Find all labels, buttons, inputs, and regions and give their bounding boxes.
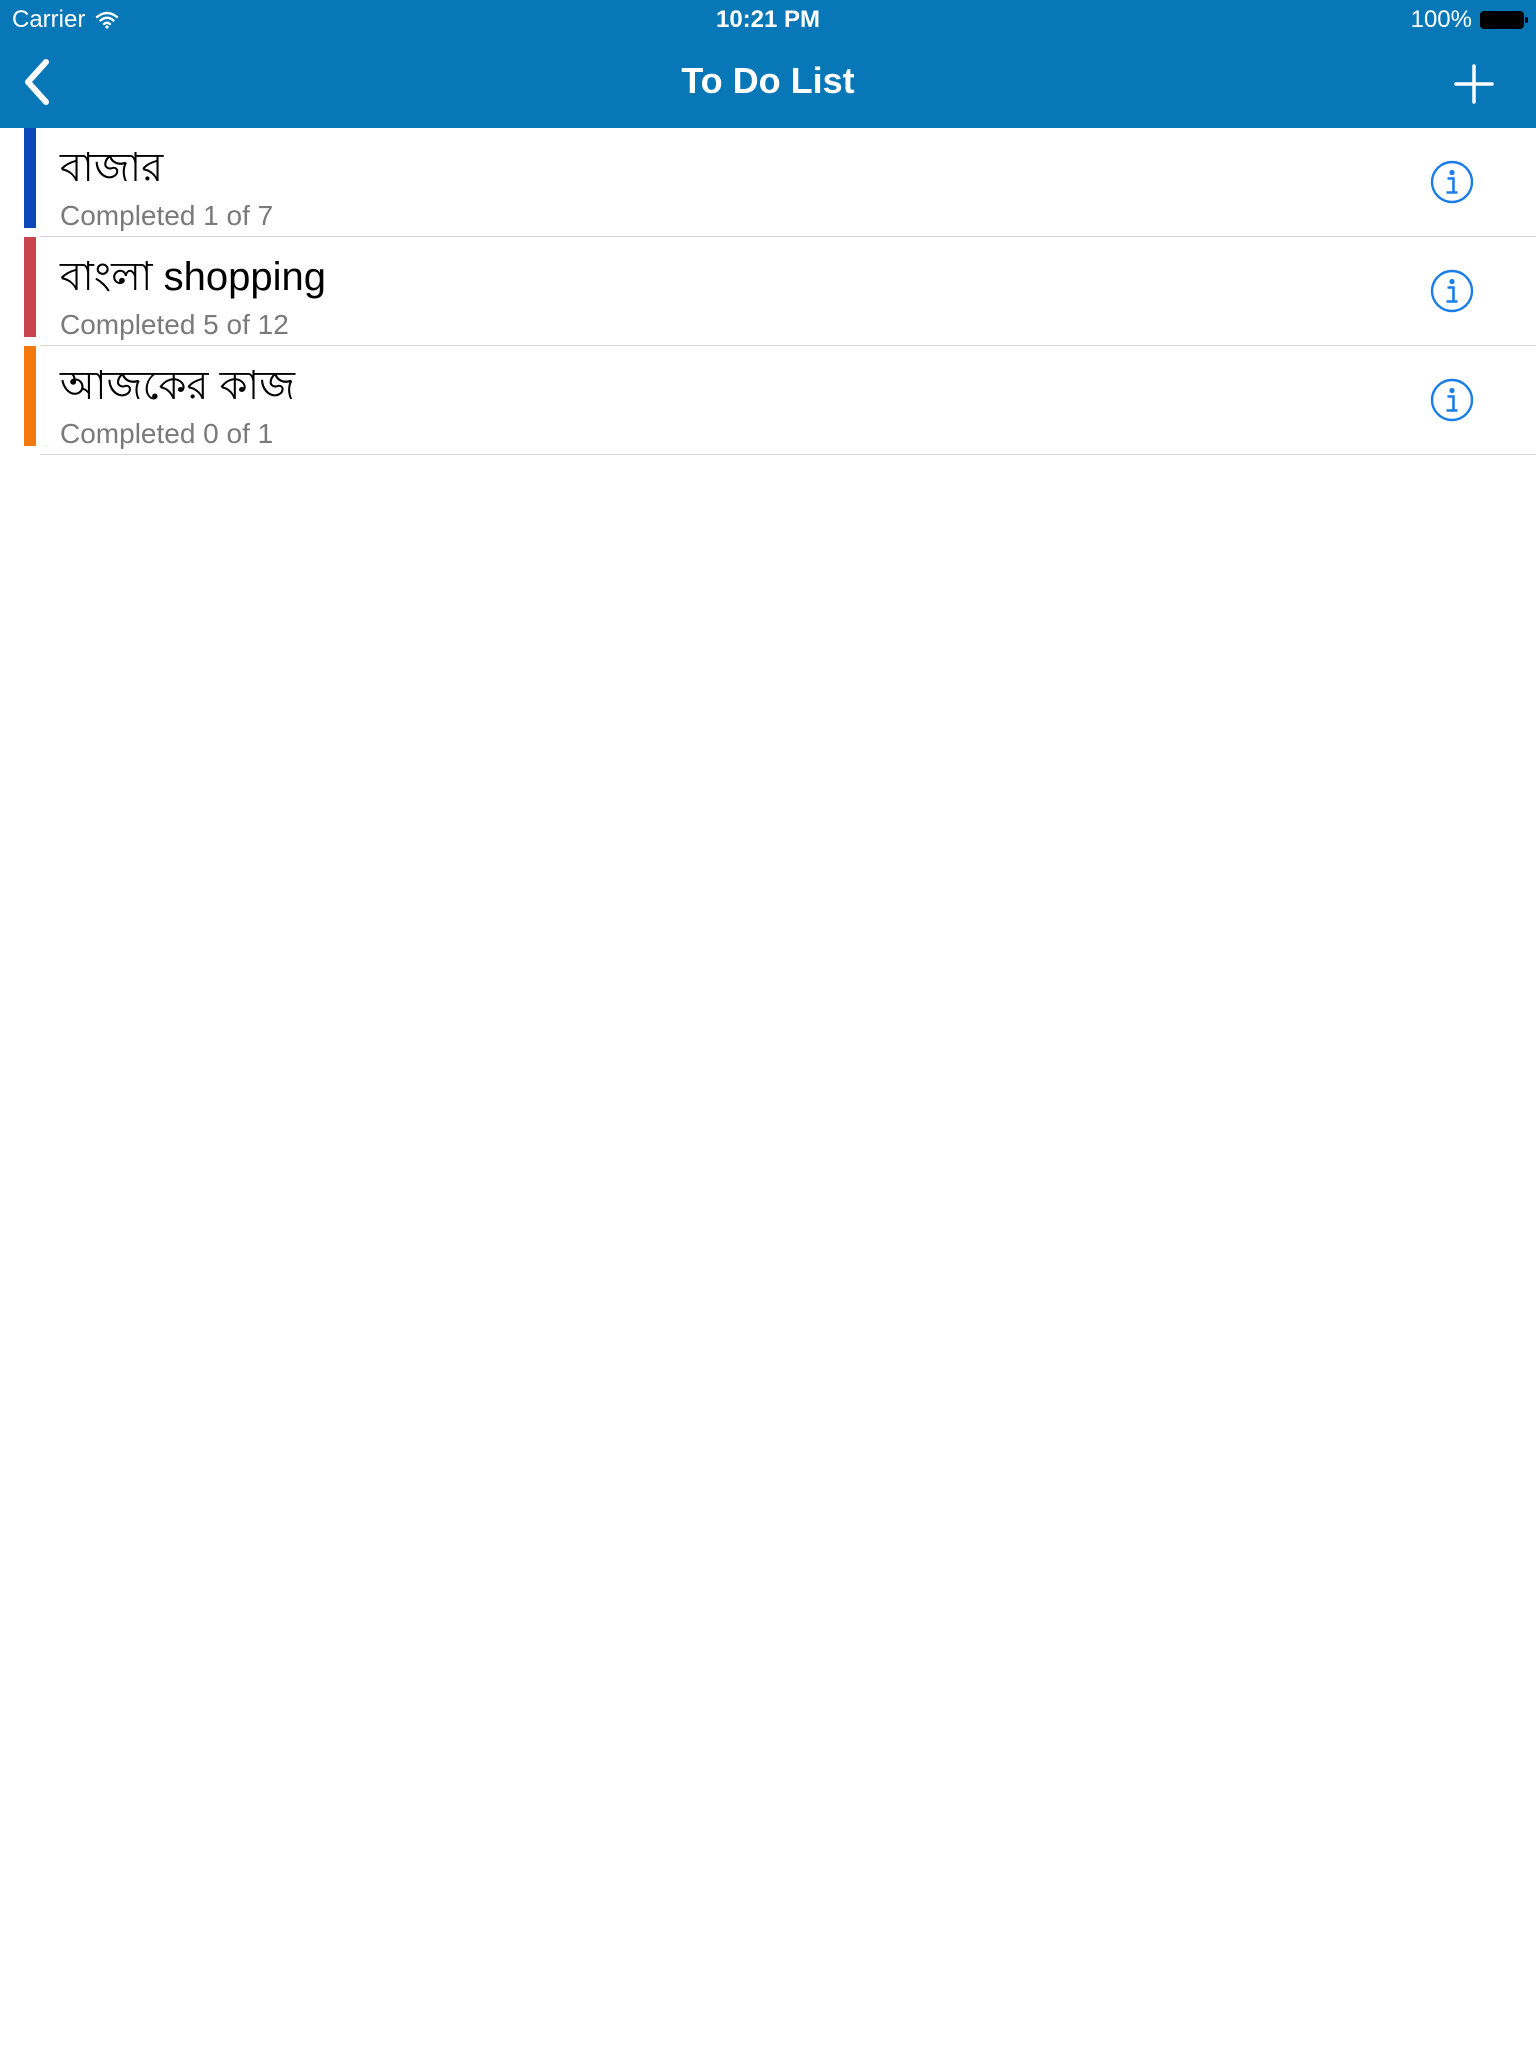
list-color-bar [24, 128, 36, 228]
row-divider [40, 454, 1536, 455]
info-icon [1430, 378, 1474, 422]
list-item[interactable]: বাংলা shopping Completed 5 of 12 [0, 237, 1536, 346]
info-button[interactable] [1430, 378, 1474, 422]
list-progress: Completed 0 of 1 [60, 418, 274, 449]
status-time: 10:21 PM [715, 6, 821, 33]
battery-icon [1480, 11, 1528, 29]
page-title: To Do List [681, 60, 855, 101]
add-list-button[interactable] [1448, 58, 1500, 110]
list-item[interactable]: বাজার Completed 1 of 7 [0, 128, 1536, 237]
todo-lists: বাজার Completed 1 of 7 বাংলা shopping Co… [0, 128, 1536, 455]
battery-indicator: 100% [1410, 6, 1528, 34]
list-title: বাজার [60, 146, 164, 190]
list-title: আজকের কাজ [60, 364, 295, 408]
info-icon [1430, 269, 1474, 313]
status-bar: Carrier 10:21 PM 100% [0, 0, 1536, 40]
list-progress: Completed 5 of 12 [60, 309, 289, 340]
list-color-bar [24, 346, 36, 446]
navigation-bar: To Do List [0, 40, 1536, 128]
list-color-bar [24, 237, 36, 337]
header: Carrier 10:21 PM 100% To Do List [0, 0, 1536, 128]
info-button[interactable] [1430, 160, 1474, 204]
info-button[interactable] [1430, 269, 1474, 313]
list-progress: Completed 1 of 7 [60, 200, 274, 231]
info-icon [1430, 160, 1474, 204]
battery-percent: 100% [1410, 6, 1472, 33]
list-title: বাংলা shopping [60, 255, 326, 299]
list-item[interactable]: আজকের কাজ Completed 0 of 1 [0, 346, 1536, 455]
plus-icon [1454, 64, 1494, 104]
